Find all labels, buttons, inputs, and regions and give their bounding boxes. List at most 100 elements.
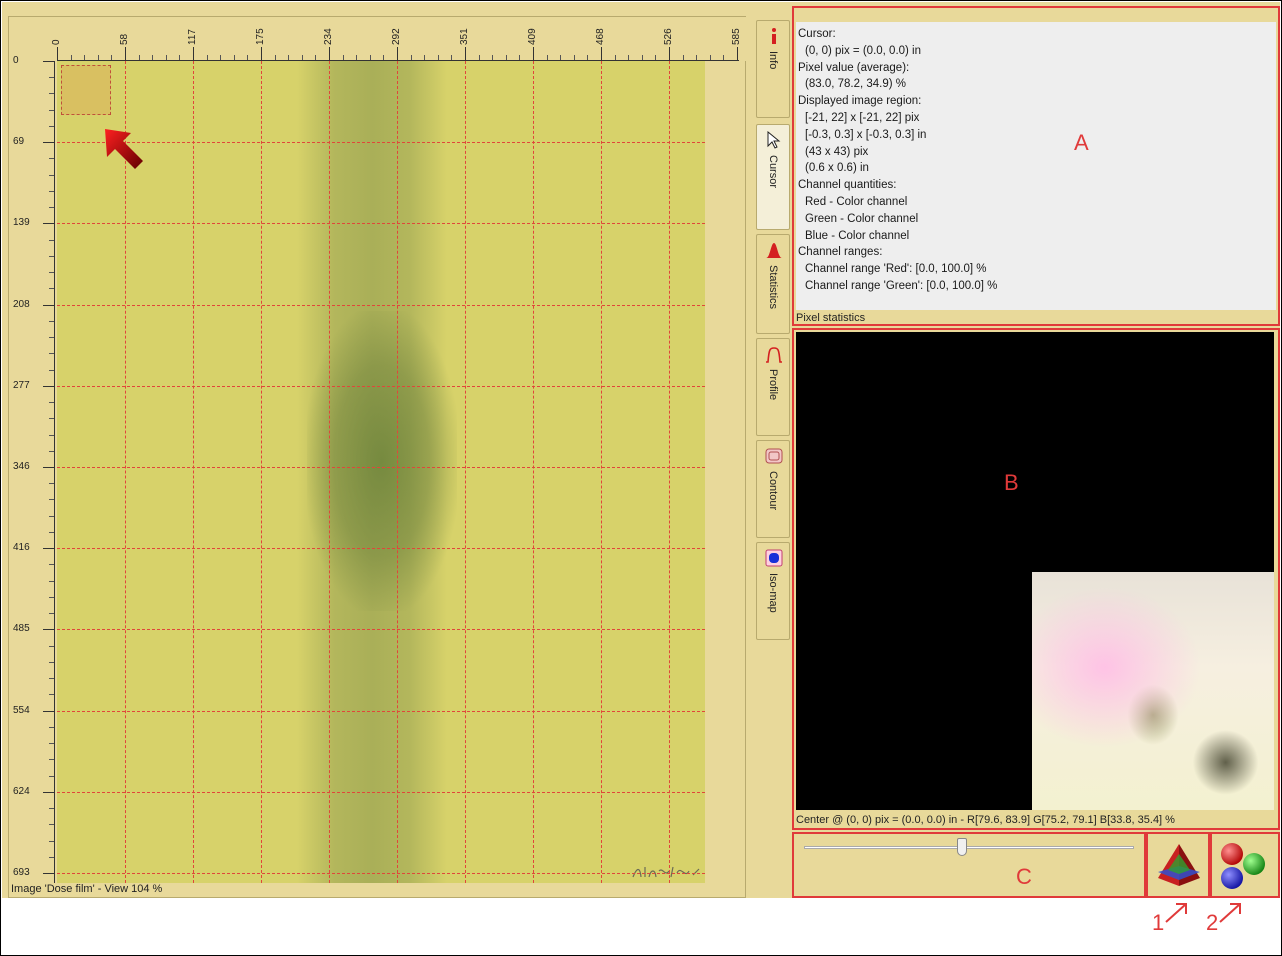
tab-statistics[interactable]: Statistics	[756, 234, 790, 334]
tab-label: Info	[767, 51, 779, 70]
ruler-left: 0 69 139 208 277 346 416 485 554 624 693	[9, 55, 55, 883]
app-window: 0 58 117 175 234 292 351 409 468 526 585 0 69 139 208…	[2, 2, 1280, 898]
tab-label: Cursor	[767, 155, 779, 189]
x-tick-mark	[329, 47, 330, 61]
tab-label: Iso-map	[767, 573, 779, 613]
tab-contour[interactable]: Contour	[756, 440, 790, 538]
zoom-preview[interactable]	[796, 332, 1274, 810]
x-tick-label: 409	[527, 28, 538, 45]
x-tick-label: 117	[187, 29, 198, 45]
x-tick-mark	[533, 47, 534, 61]
info-line: Channel ranges:	[798, 246, 883, 259]
y-tick-label: 208	[13, 298, 30, 310]
x-tick-label: 526	[663, 28, 674, 45]
grid-line-vertical	[533, 61, 534, 883]
info-line: Pixel value (average):	[798, 61, 910, 74]
info-text-area: Cursor: (0, 0) pix = (0.0, 0.0) in Pixel v…	[796, 22, 1276, 310]
profile-icon	[766, 347, 782, 363]
grid-line-horizontal	[57, 304, 705, 306]
annotation-arrow-icon	[1219, 903, 1241, 923]
info-line: Channel range 'Green': [0.0, 100.0] %	[805, 279, 998, 292]
x-tick-mark	[465, 47, 466, 61]
grid-line-vertical	[397, 61, 398, 883]
y-tick-label: 485	[13, 623, 30, 635]
dose-film-image[interactable]	[57, 61, 705, 883]
x-tick-label: 585	[731, 28, 742, 45]
tab-info[interactable]: Info	[756, 20, 790, 118]
x-tick-label: 468	[595, 28, 606, 45]
x-tick-mark	[669, 47, 670, 61]
pyramid-icon	[1158, 844, 1200, 886]
x-tick-label: 175	[255, 28, 266, 45]
info-line: Red - Color channel	[805, 195, 908, 208]
annotation-2: 2	[1206, 910, 1219, 935]
zoom-slider-thumb[interactable]	[957, 838, 968, 856]
x-tick-mark	[193, 47, 194, 61]
x-tick-mark	[125, 47, 126, 61]
grid-line-horizontal	[57, 385, 705, 387]
region-of-interest-box[interactable]	[61, 65, 111, 115]
grid-line-vertical	[193, 61, 194, 883]
annotation-b: B	[1004, 470, 1019, 495]
grid-line-horizontal	[57, 142, 705, 144]
tab-cursor[interactable]: Cursor	[756, 124, 790, 230]
x-tick-label: 0	[51, 39, 62, 45]
info-line: (0.6 x 0.6) in	[805, 162, 869, 175]
zoom-slider-track[interactable]	[804, 846, 1134, 849]
info-line: Green - Color channel	[805, 212, 919, 225]
tab-label: Profile	[767, 369, 779, 401]
info-caption: Pixel statistics	[796, 312, 866, 324]
film-signature	[632, 866, 700, 878]
y-tick-label: 277	[13, 379, 30, 391]
x-tick-mark	[397, 47, 398, 61]
cursor-icon	[767, 131, 781, 149]
info-line: Cursor:	[798, 28, 836, 40]
grid-line-vertical	[601, 61, 602, 883]
tab-profile[interactable]: Profile	[756, 338, 790, 436]
image-status-text: Image 'Dose film' - View 104 %	[11, 883, 163, 895]
grid-line-vertical	[261, 61, 262, 883]
grid-line-horizontal	[57, 710, 705, 712]
info-line: (0, 0) pix = (0.0, 0.0) in	[805, 44, 922, 57]
tab-isomap[interactable]: Iso-map	[756, 542, 790, 640]
grid-line-horizontal	[57, 629, 705, 631]
grid-line-horizontal	[57, 873, 705, 874]
y-tick-label: 693	[13, 867, 30, 878]
x-tick-label: 351	[459, 28, 470, 45]
rgb-balls-icon	[1221, 843, 1265, 889]
y-tick-label: 0	[13, 55, 19, 66]
info-line: (43 x 43) pix	[805, 145, 869, 158]
annotation-c: C	[1016, 864, 1032, 889]
y-tick-label: 69	[13, 136, 25, 148]
zoom-slider-panel-c: C	[792, 832, 1146, 898]
y-tick-label: 346	[13, 461, 30, 472]
grid-line-vertical	[669, 61, 670, 883]
color-channels-button[interactable]	[1210, 832, 1280, 898]
ruler-left-baseline	[54, 61, 55, 883]
y-tick-label: 624	[13, 785, 30, 797]
grid-line-horizontal	[57, 791, 705, 793]
isomap-icon	[765, 549, 783, 567]
x-tick-label: 58	[119, 33, 130, 45]
preview-panel-b: B Center @ (0, 0) pix = (0.0, 0.0) in - …	[792, 328, 1280, 830]
preview-image-patch	[1032, 572, 1274, 810]
info-line: (83.0, 78.2, 34.9) %	[805, 78, 907, 91]
x-tick-label: 234	[323, 28, 334, 45]
x-tick-label: 292	[391, 28, 402, 45]
preview-status-text: Center @ (0, 0) pix = (0.0, 0.0) in - R[…	[796, 814, 1175, 826]
info-panel-a: Cursor: (0, 0) pix = (0.0, 0.0) in Pixel v…	[792, 6, 1280, 326]
grid-line-vertical	[465, 61, 466, 883]
grid-line-horizontal	[57, 548, 705, 550]
info-line: Channel range 'Red': [0.0, 100.0] %	[805, 263, 987, 276]
annotation-arrow-icon	[1165, 903, 1187, 923]
y-tick-label: 554	[13, 704, 30, 716]
side-tab-strip: Info Cursor Statistics Profile Contour I…	[756, 20, 790, 640]
ruler-top: 0 58 117 175 234 292 351 409 468 526 585	[9, 17, 747, 61]
y-tick-label: 139	[13, 217, 30, 229]
annotation-a: A	[1074, 130, 1089, 155]
info-line: [-21, 22] x [-21, 22] pix	[805, 111, 920, 124]
three-d-view-button[interactable]	[1146, 832, 1210, 898]
grid-line-vertical	[125, 61, 126, 883]
info-line: [-0.3, 0.3] x [-0.3, 0.3] in	[805, 128, 927, 141]
info-line: Displayed image region:	[798, 95, 922, 108]
